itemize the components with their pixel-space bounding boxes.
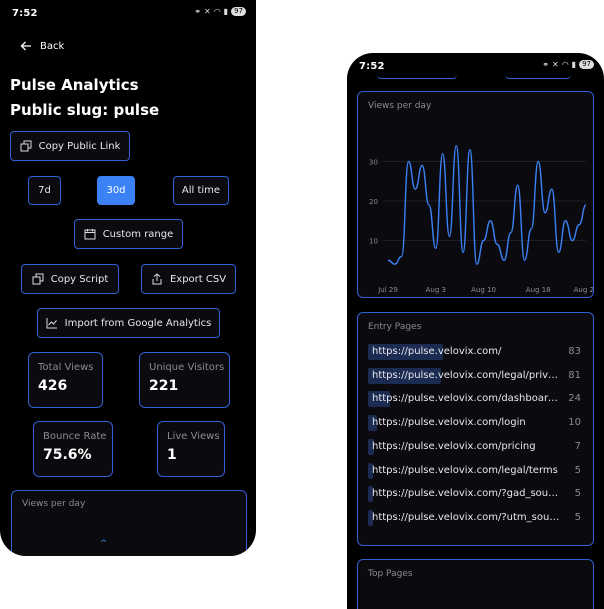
mute-icon: ✕ <box>203 7 211 16</box>
entry-page-row[interactable]: https://pulse.velovix.com/pricing 7 <box>368 438 583 456</box>
stat-label: Live Views <box>167 431 220 442</box>
entry-page-count: 5 <box>574 488 581 500</box>
views-line-chart: 10 20 30 Jul 29 Aug 3 Aug 10 Aug 18 Aug 25 <box>369 144 593 294</box>
scrolled-stat-card-edge <box>505 75 571 79</box>
x-tick-label: Aug 3 <box>426 286 446 294</box>
x-tick-label: Aug 10 <box>471 286 496 294</box>
entry-page-count: 7 <box>574 440 581 452</box>
y-tick-label: 30 <box>369 159 378 167</box>
entry-page-url: https://pulse.velovix.com/pricing <box>372 440 536 452</box>
copy-public-link-button[interactable]: Copy Public Link <box>10 131 130 161</box>
share-icon <box>151 273 163 285</box>
entry-page-url: https://pulse.velovix.com/legal/priva... <box>372 369 560 381</box>
copy-icon <box>20 140 32 152</box>
stat-label: Total Views <box>38 362 94 373</box>
stat-value: 426 <box>38 378 68 394</box>
status-time: 7:52 <box>12 8 38 19</box>
status-bar: 7:52 ⚭ ✕ ◠ ▮ 97 <box>0 0 256 28</box>
back-label: Back <box>40 40 65 52</box>
stat-label: Unique Visitors <box>149 362 225 373</box>
range-all-time-button[interactable]: All time <box>173 176 229 205</box>
copy-script-button[interactable]: Copy Script <box>21 264 119 294</box>
import-ga-label: Import from Google Analytics <box>64 317 212 329</box>
export-csv-button[interactable]: Export CSV <box>141 264 236 294</box>
scrolled-stat-card-edge <box>377 75 457 79</box>
back-button[interactable]: Back <box>20 40 64 52</box>
entry-page-row[interactable]: https://pulse.velovix.com/login 10 <box>368 414 583 432</box>
stat-card-unique-visitors: Unique Visitors 221 <box>139 352 230 408</box>
import-google-analytics-button[interactable]: Import from Google Analytics <box>37 308 220 338</box>
entry-page-count: 24 <box>568 393 581 405</box>
entry-page-row[interactable]: https://pulse.velovix.com/?gad_sourc... 5 <box>368 485 583 503</box>
signal-icon: ▮ <box>571 60 577 69</box>
views-per-day-panel: Views per day ^ <box>11 490 247 556</box>
x-tick-label: Aug 18 <box>526 286 551 294</box>
wifi-icon: ◠ <box>561 60 569 69</box>
panel-title: Views per day <box>22 499 86 509</box>
mute-icon: ✕ <box>551 60 559 69</box>
x-tick-label: Jul 29 <box>377 286 398 294</box>
stat-card-live-views: Live Views 1 <box>157 421 225 477</box>
status-icons: ⚭ ✕ ◠ ▮ 97 <box>194 7 246 16</box>
panel-title: Entry Pages <box>368 322 422 332</box>
left-phone-screen: 7:52 ⚭ ✕ ◠ ▮ 97 Back Pulse Analytics Pub… <box>0 0 256 556</box>
battery-icon: 97 <box>231 7 246 16</box>
range-7d-button[interactable]: 7d <box>28 176 61 205</box>
entry-page-row[interactable]: https://pulse.velovix.com/legal/terms 5 <box>368 462 583 480</box>
entry-page-url: https://pulse.velovix.com/ <box>372 346 502 357</box>
entry-page-count: 5 <box>574 511 581 523</box>
signal-icon: ▮ <box>223 7 229 16</box>
calendar-icon <box>84 228 96 240</box>
series-line <box>387 144 587 265</box>
page-title: Pulse Analytics <box>10 76 139 94</box>
right-phone-screen: 7:52 ⚭ ✕ ◠ ▮ 97 Views per day 10 20 30 Jul … <box>347 53 604 609</box>
public-slug: Public slug: pulse <box>10 101 160 119</box>
wifi-icon: ◠ <box>213 7 221 16</box>
custom-range-label: Custom range <box>102 228 174 240</box>
stat-card-total-views: Total Views 426 <box>28 352 103 408</box>
copy-script-label: Copy Script <box>50 273 109 285</box>
x-tick-label: Aug 25 <box>574 286 593 294</box>
entry-page-count: 5 <box>574 464 581 476</box>
entry-page-row[interactable]: https://pulse.velovix.com/?utm_sourc... 5 <box>368 509 583 527</box>
stat-card-bounce-rate: Bounce Rate 75.6% <box>33 421 113 477</box>
entry-page-url: https://pulse.velovix.com/dashboard... <box>372 393 560 405</box>
entry-page-row[interactable]: https://pulse.velovix.com/dashboard... 24 <box>368 390 583 408</box>
export-csv-label: Export CSV <box>169 273 227 285</box>
top-pages-panel: Top Pages <box>357 559 594 609</box>
stat-value: 75.6% <box>43 447 92 463</box>
panel-title: Top Pages <box>368 569 413 579</box>
stat-value: 221 <box>149 378 179 394</box>
status-time: 7:52 <box>359 61 385 72</box>
arrow-left-icon <box>20 40 32 52</box>
copy-icon <box>32 273 44 285</box>
range-30d-button[interactable]: 30d <box>97 176 135 205</box>
link-icon: ⚭ <box>542 60 549 69</box>
custom-range-button[interactable]: Custom range <box>74 219 183 249</box>
entry-page-count: 81 <box>568 369 581 381</box>
stat-value: 1 <box>167 447 177 463</box>
chevron-up-icon: ^ <box>100 539 108 549</box>
copy-public-link-label: Copy Public Link <box>38 140 121 152</box>
trend-chart-icon <box>46 317 58 329</box>
y-tick-label: 20 <box>369 198 378 206</box>
entry-pages-panel: Entry Pages https://pulse.velovix.com/83… <box>357 312 594 546</box>
entry-page-url: https://pulse.velovix.com/login <box>372 417 526 429</box>
entry-page-row[interactable]: https://pulse.velovix.com/legal/priva...… <box>368 367 583 385</box>
entry-page-url: https://pulse.velovix.com/?utm_sourc... <box>372 511 560 523</box>
battery-icon: 97 <box>579 60 594 69</box>
entry-page-url: https://pulse.velovix.com/?gad_sourc... <box>372 488 560 500</box>
link-icon: ⚭ <box>194 7 201 16</box>
y-tick-label: 10 <box>369 238 378 246</box>
entry-page-row[interactable]: https://pulse.velovix.com/83 <box>368 343 583 361</box>
entry-page-count: 83 <box>568 346 581 357</box>
status-icons: ⚭ ✕ ◠ ▮ 97 <box>542 60 594 69</box>
views-per-day-chart-panel: Views per day 10 20 30 Jul 29 Aug 3 Aug 10 Aug… <box>357 91 594 298</box>
entry-page-count: 10 <box>568 417 581 429</box>
stat-label: Bounce Rate <box>43 431 107 442</box>
entry-page-url: https://pulse.velovix.com/legal/terms <box>372 464 558 476</box>
